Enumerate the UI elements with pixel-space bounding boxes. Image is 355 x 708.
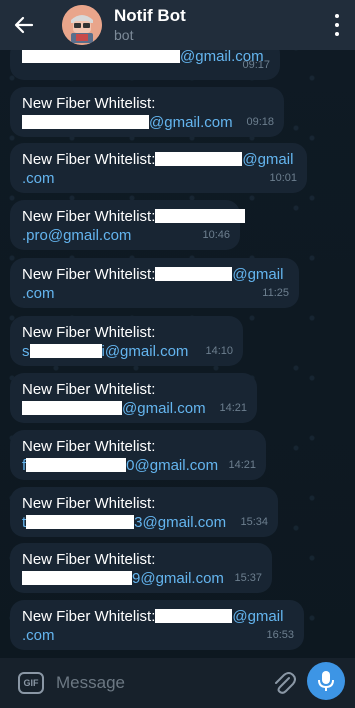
back-button[interactable] [0,0,48,50]
message-text: New Fiber Whitelist: [22,95,156,112]
redacted-text [155,267,233,281]
email-link[interactable]: .pro@gmail.com [22,226,228,245]
message-time: 14:21 [228,459,256,471]
message-bubble[interactable]: New Fiber Whitelist: @gmail .com 10:01 [10,143,307,193]
email-link[interactable]: .com [22,626,292,645]
message-line: @gmail.com [22,399,245,418]
message-time: 09:18 [246,116,274,128]
message-time: 14:21 [219,402,247,414]
message-list[interactable]: @gmail.com 09:17 New Fiber Whitelist: @g… [0,0,355,708]
message-bubble[interactable]: New Fiber Whitelist: @gmail.com 14:21 [10,373,257,423]
message-input[interactable] [56,673,256,693]
message-line: s i@gmail.com [22,342,231,361]
message-time: 09:17 [242,59,270,71]
message-bubble[interactable]: New Fiber Whitelist: 9@gmail.com 15:37 [10,543,272,593]
more-vertical-icon [335,14,339,18]
message-line: f 0@gmail.com [22,456,254,475]
message-line: New Fiber Whitelist: [22,207,246,226]
message-line: New Fiber Whitelist: @gmail [22,150,295,169]
message-text: New Fiber Whitelist: [22,151,156,168]
message-bubble[interactable]: New Fiber Whitelist: .pro@gmail.com 10:4… [10,200,246,250]
message-time: 16:53 [266,629,294,641]
message-composer: GIF [0,658,355,708]
message-line: @gmail.com [22,113,272,132]
message-line: New Fiber Whitelist: @gmail [22,607,292,626]
more-menu-button[interactable] [329,14,345,36]
email-link[interactable]: .com [22,169,295,188]
message-text: New Fiber Whitelist: [22,381,156,398]
message-time: 15:34 [240,516,268,528]
email-link[interactable]: 9@gmail.com [132,570,224,587]
email-link[interactable]: @gmail [232,608,283,625]
message-text: New Fiber Whitelist: [22,324,156,341]
more-vertical-icon [335,32,339,36]
arrow-left-icon [14,16,34,34]
message-text: New Fiber Whitelist: [22,266,156,283]
email-link[interactable]: i@gmail.com [102,343,189,360]
mic-button[interactable] [307,662,345,700]
message-text: New Fiber Whitelist: [22,551,156,568]
message-text: New Fiber Whitelist: [22,438,156,455]
redacted-text [29,344,102,358]
redacted-text [155,209,246,223]
message-line: 9@gmail.com [22,569,260,588]
redacted-text [26,458,127,472]
redacted-text [155,152,243,166]
redacted-text [22,115,149,129]
redacted-text [22,401,122,415]
email-link[interactable]: @gmail.com [149,114,233,131]
email-link[interactable]: 3@gmail.com [134,514,226,531]
email-link[interactable]: @gmail.com [122,400,206,417]
redacted-text [22,571,132,585]
paperclip-icon [275,672,296,694]
message-time: 10:01 [269,172,297,184]
message-time: 11:25 [262,287,289,299]
bot-avatar-icon [62,5,102,45]
chat-subtitle: bot [114,27,134,43]
email-link[interactable]: @gmail [242,151,293,168]
redacted-text [22,49,180,63]
microphone-icon [318,671,334,691]
chat-title[interactable]: Notif Bot [114,6,186,26]
message-text: New Fiber Whitelist: [22,208,156,225]
message-time: 15:37 [234,572,262,584]
message-text: New Fiber Whitelist: [22,608,156,625]
message-bubble[interactable]: New Fiber Whitelist: @gmail .com 11:25 [10,258,299,308]
gif-button[interactable]: GIF [18,672,44,694]
message-bubble[interactable]: New Fiber Whitelist: s i@gmail.com 14:10 [10,316,243,366]
message-bubble[interactable]: New Fiber Whitelist: t 3@gmail.com 15:34 [10,487,278,537]
email-link[interactable]: s [22,343,30,360]
message-text: New Fiber Whitelist: [22,495,156,512]
message-line: t 3@gmail.com [22,513,266,532]
message-bubble[interactable]: New Fiber Whitelist: @gmail .com 16:53 [10,600,304,650]
redacted-text [26,515,135,529]
message-time: 14:10 [205,345,233,357]
email-link[interactable]: 0@gmail.com [126,457,218,474]
avatar[interactable] [62,5,102,45]
attach-button[interactable] [272,670,296,696]
chat-header: Notif Bot bot [0,0,355,50]
message-line: New Fiber Whitelist: @gmail [22,265,287,284]
email-link[interactable]: .com [22,284,287,303]
message-bubble[interactable]: New Fiber Whitelist: @gmail.com 09:18 [10,87,284,137]
redacted-text [155,609,233,623]
message-bubble[interactable]: New Fiber Whitelist: f 0@gmail.com 14:21 [10,430,266,480]
more-vertical-icon [335,23,339,27]
email-link[interactable]: @gmail [232,266,283,283]
message-time: 10:46 [202,229,230,241]
